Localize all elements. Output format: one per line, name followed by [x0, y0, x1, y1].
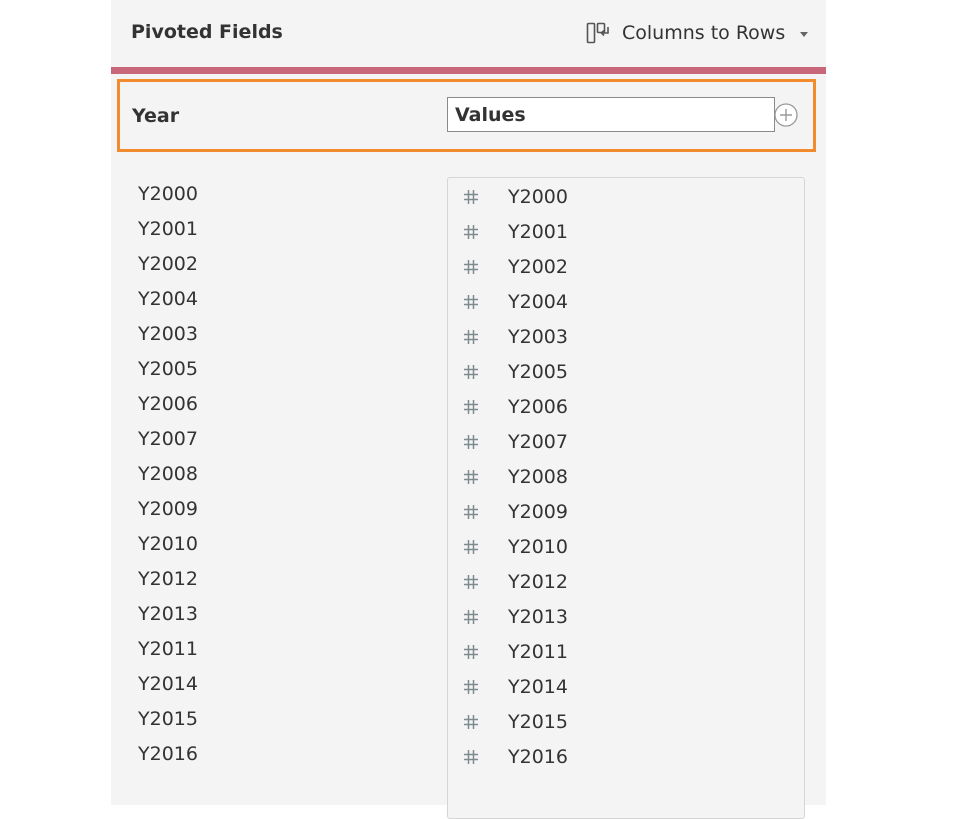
list-item: Y2015 — [138, 708, 198, 730]
source-field-item[interactable]: Y2003 — [448, 320, 804, 355]
number-hash-icon — [464, 260, 478, 274]
accent-bar — [111, 67, 826, 74]
source-field-name: Y2002 — [508, 256, 568, 278]
source-field-item[interactable]: Y2009 — [448, 495, 804, 530]
source-field-item[interactable]: Y2008 — [448, 460, 804, 495]
source-field-name: Y2009 — [508, 501, 568, 523]
source-field-item[interactable]: Y2011 — [448, 635, 804, 670]
pivot-columns-to-rows-icon — [586, 22, 609, 44]
source-field-name: Y2001 — [508, 221, 568, 243]
number-hash-icon — [464, 190, 478, 204]
list-item: Y2002 — [138, 253, 198, 275]
panel-header: Pivoted Fields Columns to Rows — [111, 0, 826, 67]
source-field-item[interactable]: Y2002 — [448, 250, 804, 285]
list-item: Y2003 — [138, 323, 198, 345]
number-hash-icon — [464, 365, 478, 379]
source-field-item[interactable]: Y2001 — [448, 215, 804, 250]
source-field-item[interactable]: Y2014 — [448, 670, 804, 705]
list-item: Y2000 — [138, 183, 198, 205]
pivoted-fields-panel: Pivoted Fields Columns to Rows Year Y200… — [111, 0, 826, 819]
source-field-name: Y2006 — [508, 396, 568, 418]
number-hash-icon — [464, 470, 478, 484]
source-field-item[interactable]: Y2013 — [448, 600, 804, 635]
list-item: Y2014 — [138, 673, 198, 695]
list-item: Y2011 — [138, 638, 198, 660]
number-hash-icon — [464, 225, 478, 239]
source-field-name: Y2011 — [508, 641, 568, 663]
list-item: Y2016 — [138, 743, 198, 765]
source-field-name: Y2016 — [508, 746, 568, 768]
source-field-item[interactable]: Y2000 — [448, 180, 804, 215]
number-hash-icon — [464, 715, 478, 729]
source-field-item[interactable]: Y2015 — [448, 705, 804, 740]
list-item: Y2007 — [138, 428, 198, 450]
plus-circle-icon[interactable] — [774, 103, 798, 127]
number-hash-icon — [464, 540, 478, 554]
list-item: Y2010 — [138, 533, 198, 555]
source-field-name: Y2000 — [508, 186, 568, 208]
chevron-down-icon — [800, 31, 809, 37]
pivot-type-label: Columns to Rows — [622, 22, 786, 44]
source-field-name: Y2013 — [508, 606, 568, 628]
source-field-name: Y2003 — [508, 326, 568, 348]
number-hash-icon — [464, 295, 478, 309]
number-hash-icon — [464, 505, 478, 519]
source-field-name: Y2007 — [508, 431, 568, 453]
list-item: Y2004 — [138, 288, 198, 310]
list-item: Y2001 — [138, 218, 198, 240]
list-item: Y2009 — [138, 498, 198, 520]
source-field-item[interactable]: Y2005 — [448, 355, 804, 390]
number-hash-icon — [464, 750, 478, 764]
panel-title: Pivoted Fields — [131, 21, 283, 43]
source-field-item[interactable]: Y2006 — [448, 390, 804, 425]
list-item: Y2008 — [138, 463, 198, 485]
source-field-item[interactable]: Y2010 — [448, 530, 804, 565]
list-item: Y2006 — [138, 393, 198, 415]
source-field-item[interactable]: Y2016 — [448, 740, 804, 775]
source-field-name: Y2005 — [508, 361, 568, 383]
source-field-item[interactable]: Y2012 — [448, 565, 804, 600]
number-hash-icon — [464, 645, 478, 659]
pivot-field-names-row: Year — [117, 79, 816, 152]
pivot-values-field-input[interactable] — [447, 97, 775, 132]
source-field-name: Y2008 — [508, 466, 568, 488]
source-field-name: Y2015 — [508, 711, 568, 733]
source-field-item[interactable]: Y2007 — [448, 425, 804, 460]
number-hash-icon — [464, 575, 478, 589]
number-hash-icon — [464, 330, 478, 344]
source-field-name: Y2010 — [508, 536, 568, 558]
pivot-type-dropdown[interactable]: Columns to Rows — [586, 18, 809, 48]
number-hash-icon — [464, 610, 478, 624]
pivoted-source-fields-list: Y2000 Y2001 Y2002 Y2004 Y2003 Y2005 Y2006 Y2007… — [447, 177, 805, 819]
number-hash-icon — [464, 400, 478, 414]
pivot-names-field-label[interactable]: Year — [132, 105, 179, 127]
number-hash-icon — [464, 435, 478, 449]
list-item: Y2005 — [138, 358, 198, 380]
list-item: Y2012 — [138, 568, 198, 590]
source-field-name: Y2004 — [508, 291, 568, 313]
source-field-name: Y2014 — [508, 676, 568, 698]
source-field-name: Y2012 — [508, 571, 568, 593]
number-hash-icon — [464, 680, 478, 694]
source-field-item[interactable]: Y2004 — [448, 285, 804, 320]
pivot-values-list: Y2000 Y2001 Y2002 Y2004 Y2003 Y2005 Y200… — [138, 177, 438, 772]
list-item: Y2013 — [138, 603, 198, 625]
